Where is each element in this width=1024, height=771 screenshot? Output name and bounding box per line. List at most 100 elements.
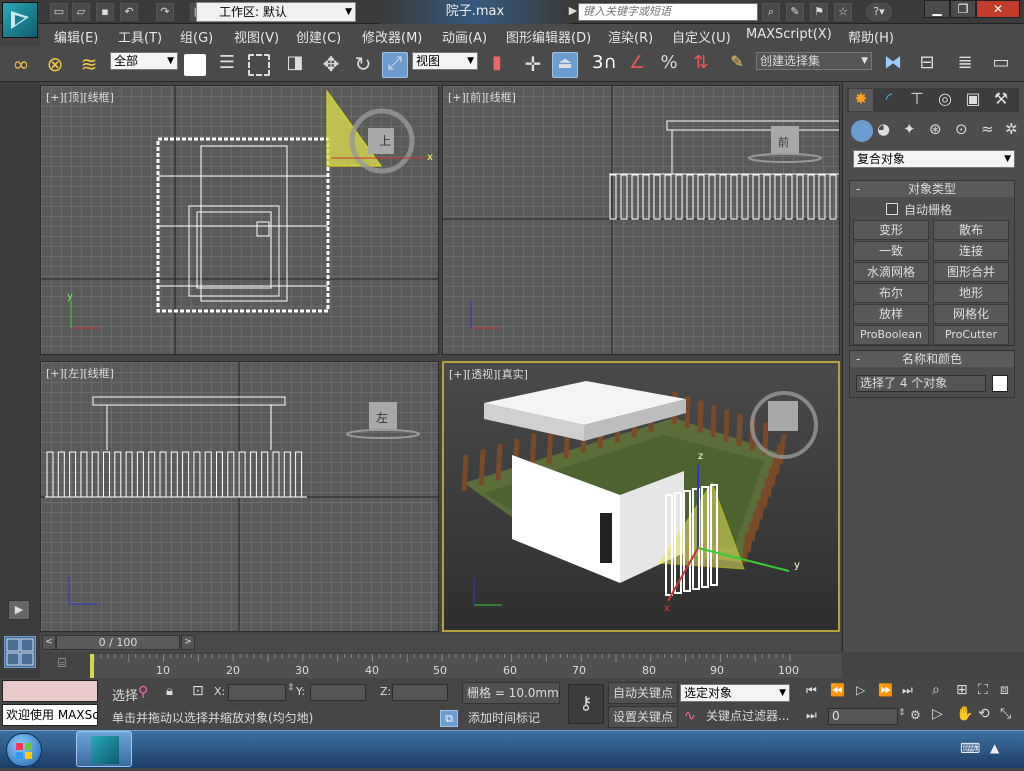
space-warps-icon[interactable]: ≈ <box>981 120 994 138</box>
binoculars-icon[interactable]: ⌕ <box>762 3 780 21</box>
track-bar-toggle-icon[interactable]: ⌸ <box>50 656 74 674</box>
search-input[interactable] <box>578 3 758 21</box>
terrain-button[interactable]: 地形 <box>933 283 1009 303</box>
tools-icon[interactable]: ✎ <box>786 3 804 21</box>
menu-animation[interactable]: 动画(A) <box>442 27 487 46</box>
key-filters-button[interactable]: 关键点过滤器... <box>704 706 792 728</box>
rect-selection-icon[interactable] <box>248 54 270 76</box>
select-manipulate-icon[interactable]: ✛ <box>520 52 546 78</box>
object-name-field[interactable]: 选择了 4 个对象 <box>856 375 986 392</box>
menu-graph-editors[interactable]: 图形编辑器(D) <box>506 27 591 46</box>
absolute-mode-icon[interactable]: ⊡ <box>192 683 204 699</box>
menu-modifiers[interactable]: 修改器(M) <box>362 27 422 46</box>
orbit-icon[interactable]: ⟲ <box>978 706 990 722</box>
select-object-icon[interactable] <box>184 54 206 76</box>
pan-icon[interactable]: ✋ <box>956 706 973 722</box>
isolate-icon[interactable]: ⚲ <box>138 684 148 700</box>
time-tag-icon[interactable]: ⧉ <box>440 710 458 727</box>
motion-tab-icon[interactable]: ◎ <box>933 89 957 111</box>
link-icon[interactable]: ∞ <box>8 52 34 78</box>
next-frame-icon[interactable]: ⏩ <box>878 683 893 697</box>
viewcube-front-label[interactable]: 前 <box>778 134 789 150</box>
bind-space-warp-icon[interactable]: ≋ <box>76 52 102 78</box>
start-button-icon[interactable] <box>6 733 42 767</box>
autogrid-checkbox[interactable] <box>886 203 898 215</box>
track-bar[interactable]: 10 20 30 40 50 60 70 80 90 100 <box>90 654 842 678</box>
pivot-center-icon[interactable]: ▮ <box>484 52 510 78</box>
hierarchy-tab-icon[interactable]: ⊤ <box>905 89 929 111</box>
loft-button[interactable]: 放样 <box>853 304 929 324</box>
selection-filter-select[interactable]: 全部 ▼ <box>110 52 178 70</box>
menu-customize[interactable]: 自定义(U) <box>672 27 731 46</box>
shapemerge-button[interactable]: 图形合并 <box>933 262 1009 282</box>
keyboard-shortcut-icon[interactable]: ⏏ <box>552 52 578 78</box>
close-button[interactable]: ✕ <box>976 0 1020 18</box>
modify-tab-icon[interactable]: ◜ <box>877 89 901 111</box>
add-time-tag-button[interactable]: 添加时间标记 <box>462 708 560 728</box>
key-mode-select[interactable]: 选定对象 ▼ <box>680 684 790 702</box>
menu-rendering[interactable]: 渲染(R) <box>608 27 653 46</box>
graphite-tools-icon[interactable]: ▭ <box>988 52 1014 78</box>
morph-button[interactable]: 变形 <box>853 220 929 240</box>
goto-start-icon[interactable]: ⏮ <box>806 683 817 698</box>
menu-edit[interactable]: 编辑(E) <box>54 27 98 46</box>
reference-coord-select[interactable]: 视图 ▼ <box>412 52 478 70</box>
connect-button[interactable]: 连接 <box>933 241 1009 261</box>
viewcube-left-label[interactable]: 左 <box>376 409 388 426</box>
helpers-icon[interactable]: ⊙ <box>955 120 968 138</box>
app-logo-icon[interactable] <box>2 2 38 38</box>
time-prev-icon[interactable]: < <box>42 635 56 650</box>
viewcube-top-label[interactable]: 上 <box>379 132 391 149</box>
select-by-name-icon[interactable]: ☰ <box>214 52 240 78</box>
conform-button[interactable]: 一致 <box>853 241 929 261</box>
goto-end-icon[interactable]: ⏭ <box>902 683 913 698</box>
zoom-extents-icon[interactable]: ⛶ <box>978 682 988 698</box>
menu-create[interactable]: 创建(C) <box>296 27 341 46</box>
key-mode-toggle-icon[interactable]: ⏭ <box>806 708 817 723</box>
viewport-front[interactable]: [+][前][线框] 前 <box>442 85 840 355</box>
viewport-layout-icon[interactable] <box>4 636 36 668</box>
prev-frame-icon[interactable]: ⏪ <box>830 683 845 697</box>
edit-named-selection-icon[interactable]: ✎ <box>724 52 750 78</box>
field-of-view-icon[interactable]: ▷ <box>932 706 943 722</box>
shapes-icon[interactable]: ◕ <box>877 120 890 138</box>
help-icon[interactable]: ?▾ <box>866 3 892 21</box>
blobmesh-button[interactable]: 水滴网格 <box>853 262 929 282</box>
time-slider-thumb[interactable]: 0 / 100 <box>56 635 180 650</box>
snap-toggle-icon[interactable]: 3∩ <box>592 52 618 78</box>
redo-icon[interactable]: ↷ <box>156 3 174 21</box>
time-slider[interactable]: < 0 / 100 > <box>40 634 840 652</box>
expand-viewport-icon[interactable]: ▶ <box>8 600 30 620</box>
taskbar-max-app-icon[interactable] <box>76 731 132 767</box>
create-tab-icon[interactable]: ✸ <box>849 89 873 111</box>
auto-key-button[interactable]: 自动关键点 <box>608 682 678 704</box>
geometry-icon[interactable] <box>851 120 873 142</box>
unlink-icon[interactable]: ⊗ <box>42 52 68 78</box>
x-spinner-icon[interactable]: ⇕ <box>287 683 295 693</box>
x-coord-field[interactable] <box>228 684 286 701</box>
category-select[interactable]: 复合对象 ▼ <box>853 150 1015 168</box>
menu-views[interactable]: 视图(V) <box>234 27 279 46</box>
object-color-swatch[interactable] <box>992 375 1008 392</box>
maxscript-listener-input[interactable] <box>2 680 98 702</box>
viewport-perspective[interactable]: [+][透视][真实] z y x <box>442 361 840 632</box>
layer-manager-icon[interactable]: ≣ <box>952 52 978 78</box>
mirror-icon[interactable]: ⧓ <box>880 52 906 78</box>
proboolean-button[interactable]: ProBoolean <box>853 325 929 345</box>
frame-spinner-icon[interactable]: ⇕ <box>898 708 906 718</box>
keyboard-tray-icon[interactable]: ⌨ <box>960 741 980 757</box>
communication-icon[interactable]: ⚑ <box>810 3 828 21</box>
zoom-all-icon[interactable]: ⊞ <box>956 682 968 698</box>
scale-icon[interactable]: ⤢ <box>382 52 408 78</box>
maxscript-output[interactable]: 欢迎使用 MAXSc <box>2 704 98 726</box>
rotate-icon[interactable]: ↻ <box>350 52 376 78</box>
maximize-viewport-icon[interactable]: ⤡ <box>1000 706 1011 722</box>
time-config-icon[interactable]: ⚙ <box>910 708 921 722</box>
percent-snap-icon[interactable]: % <box>656 52 682 78</box>
angle-snap-icon[interactable]: ∠ <box>624 52 650 78</box>
tray-expand-icon[interactable]: ▲ <box>990 741 999 755</box>
maximize-button[interactable]: ❐ <box>950 0 976 18</box>
favorite-star-icon[interactable]: ☆ <box>834 3 852 21</box>
menu-maxscript[interactable]: MAXScript(X) <box>746 27 832 42</box>
zoom-icon[interactable]: ⌕ <box>932 682 940 698</box>
